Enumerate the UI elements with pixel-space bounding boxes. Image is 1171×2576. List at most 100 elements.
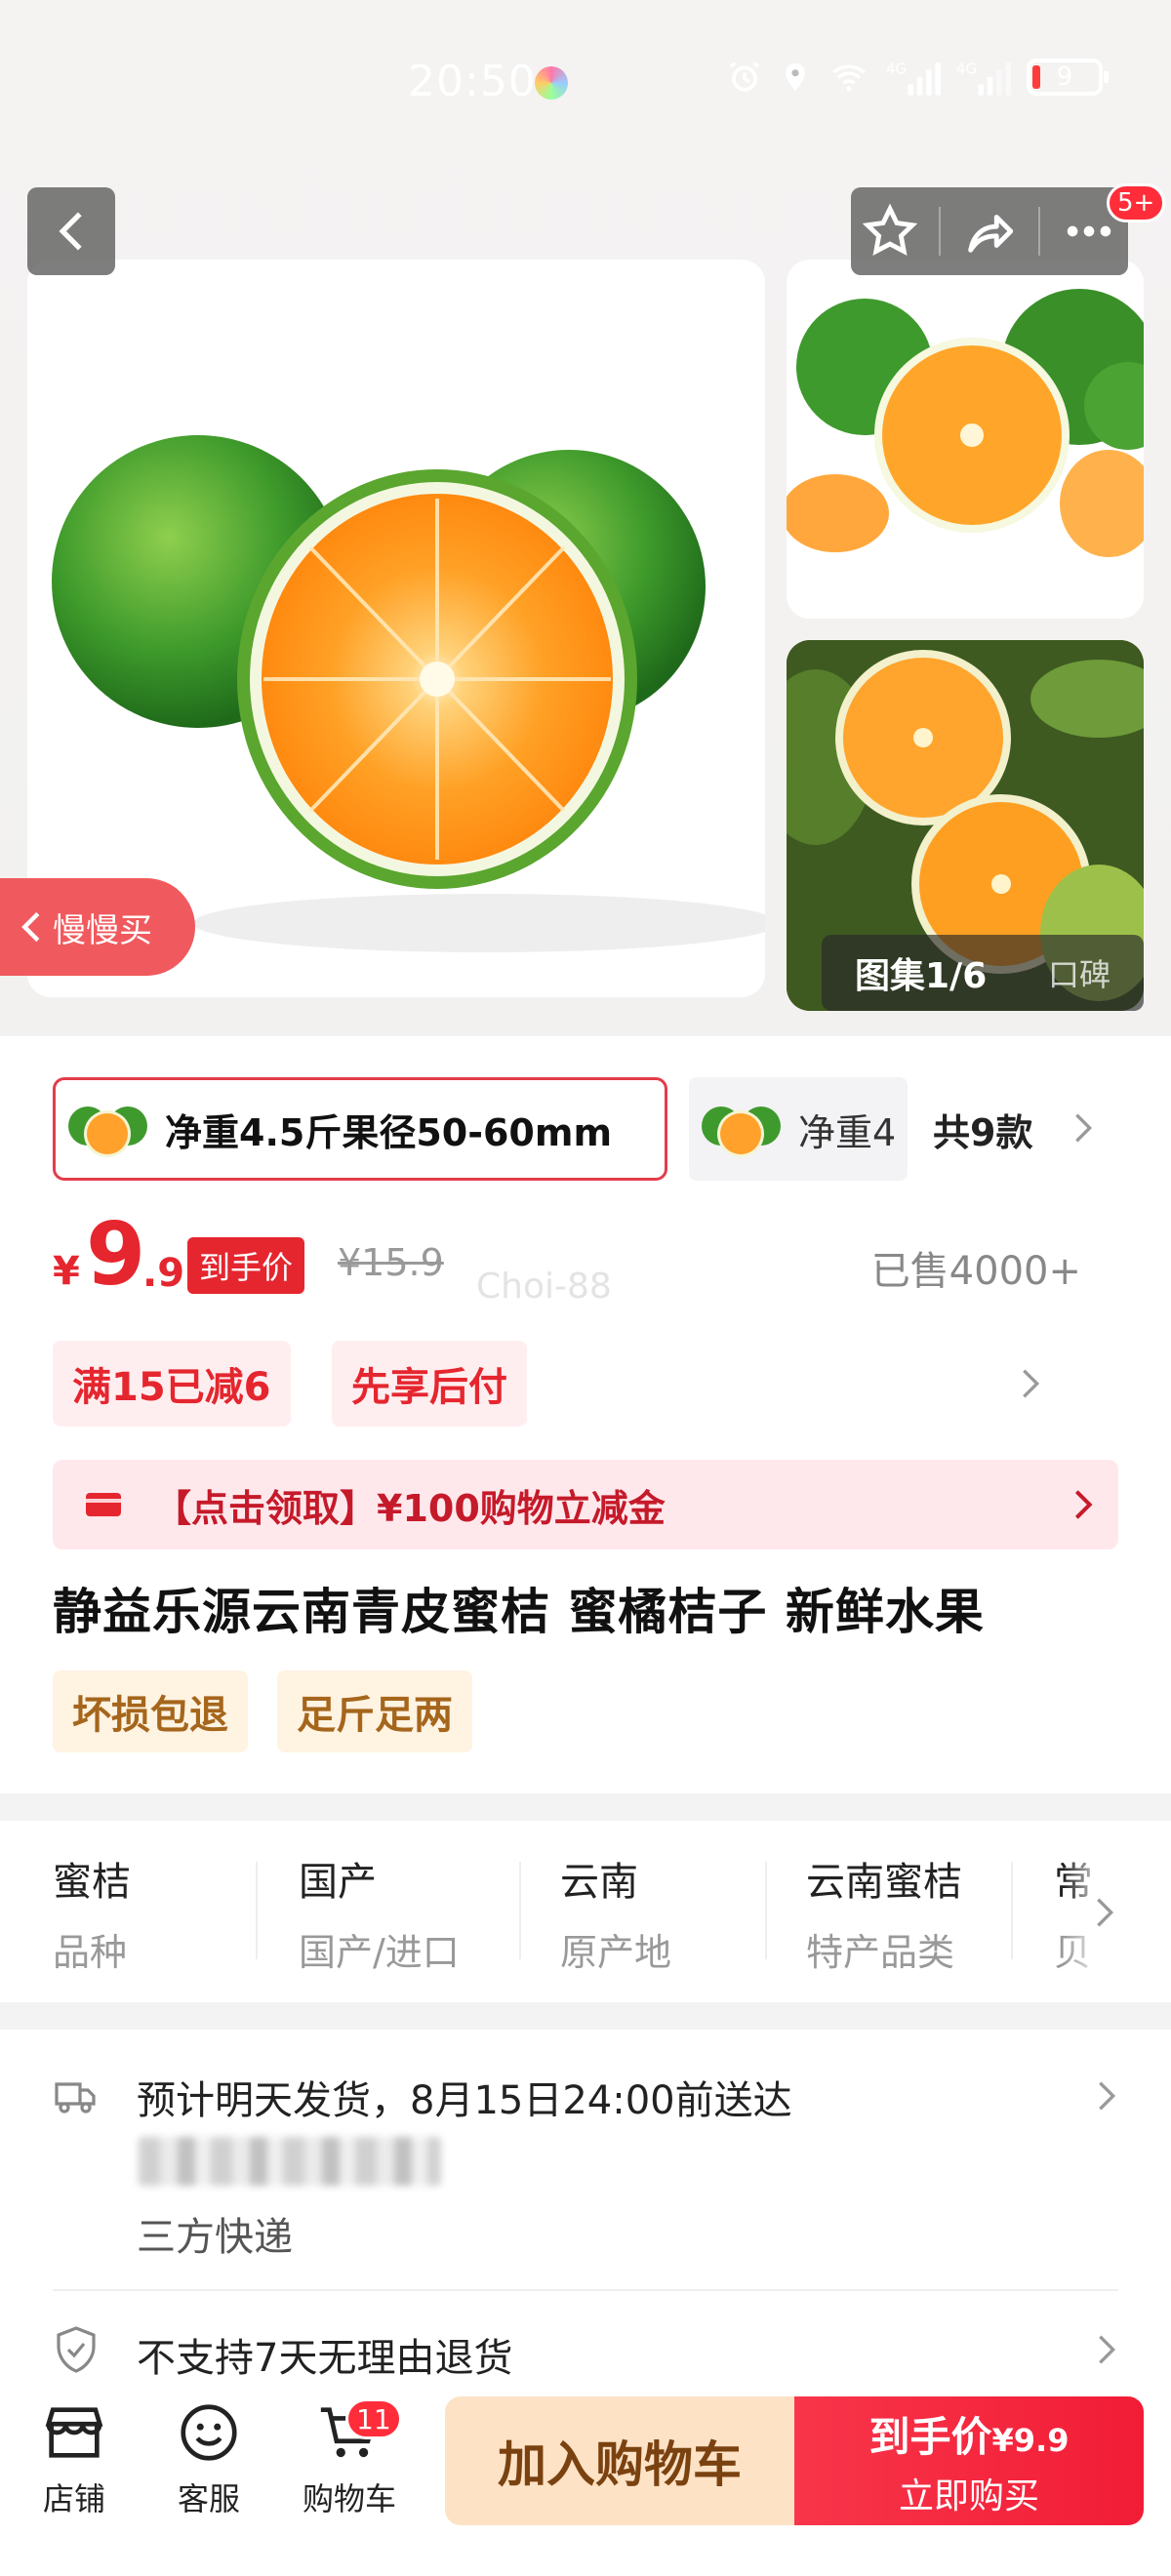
status-icons: 4G 4G 9 bbox=[726, 59, 1109, 96]
attr-fade bbox=[1064, 1821, 1171, 2002]
battery-level: 9 bbox=[1056, 62, 1073, 92]
message-badge: 5+ bbox=[1107, 183, 1166, 222]
price-currency: ¥ bbox=[53, 1249, 80, 1294]
product-gallery: 20:50 4G 4G 9 图集1/6 口碑 慢慢买 5+ bbox=[0, 0, 1171, 1034]
attr-category: 云南蜜桔 特产品类 bbox=[806, 1850, 962, 1974]
attr-value: 云南蜜桔 bbox=[806, 1860, 962, 1905]
attr-variety: 蜜桔 品种 bbox=[53, 1850, 131, 1974]
product-info-card: 净重4.5斤果径50-60mm 净重4 共9款 ¥ 9 .9 到手价 ¥15.9… bbox=[0, 1036, 1171, 1793]
blurred-address bbox=[139, 2137, 441, 2186]
star-favorite-icon[interactable] bbox=[862, 203, 918, 260]
signal-4g-icon: 4G bbox=[886, 60, 941, 96]
slow-buy-label: 慢慢买 bbox=[53, 910, 152, 950]
sku-count[interactable]: 共9款 bbox=[933, 1077, 1032, 1181]
buy-now-label: 立即购买 bbox=[898, 2475, 1039, 2516]
support-label: 客服 bbox=[177, 2480, 240, 2517]
add-to-cart-button[interactable]: 加入购物车 bbox=[445, 2396, 794, 2525]
attr-value: 云南 bbox=[560, 1860, 638, 1905]
back-arrow-icon bbox=[59, 212, 82, 251]
sku-selector: 净重4.5斤果径50-60mm 净重4 共9款 bbox=[53, 1077, 1171, 1181]
top-action-bar bbox=[851, 187, 1128, 275]
product-attributes[interactable]: 蜜桔 品种 国产 国产/进口 云南 原产地 云南蜜桔 特产品类 常 贝 bbox=[0, 1821, 1171, 2002]
reviews-tab[interactable]: 口碑 bbox=[1017, 950, 1110, 995]
tag-full-weight: 足斤足两 bbox=[277, 1670, 472, 1752]
attr-divider bbox=[1011, 1862, 1013, 1959]
sku-option-label: 净重4.5斤果径50-60mm bbox=[165, 1110, 613, 1154]
chevron-right-icon[interactable] bbox=[1097, 2078, 1116, 2113]
cart-label: 购物车 bbox=[302, 2480, 396, 2517]
action-divider-2 bbox=[1038, 207, 1041, 256]
notification-icon bbox=[535, 66, 568, 100]
bottom-action-bar: 店铺 客服 购物车 11 加入购物车 到手价¥9.9 立即购买 bbox=[0, 2377, 1171, 2576]
promo-row[interactable]: 满15已减6 先享后付 bbox=[53, 1341, 1126, 1427]
wifi-icon bbox=[832, 64, 866, 92]
sku-thumb-icon-2 bbox=[702, 1107, 781, 1157]
chevron-right-icon bbox=[1074, 1490, 1093, 1519]
shipping-carrier: 三方快递 bbox=[137, 2215, 293, 2260]
service-tags: 坏损包退 足斤足两 bbox=[53, 1670, 472, 1752]
status-time: 20:50 bbox=[408, 57, 537, 106]
buy-price: ¥9.9 bbox=[991, 2421, 1070, 2459]
share-icon[interactable] bbox=[961, 203, 1018, 260]
buy-now-button[interactable]: 到手价¥9.9 立即购买 bbox=[794, 2396, 1144, 2525]
attr-key: 品种 bbox=[53, 1931, 128, 1974]
price-decimal: .9 bbox=[142, 1251, 185, 1296]
buy-price-label: 到手价 bbox=[868, 2412, 992, 2461]
svg-text:4G: 4G bbox=[956, 60, 977, 77]
attr-key: 特产品类 bbox=[806, 1931, 955, 1974]
coupon-banner[interactable]: 【点击领取】¥100购物立减金 bbox=[53, 1460, 1118, 1550]
gallery-label: 图集1/6 bbox=[855, 956, 988, 996]
chevron-right-icon[interactable] bbox=[1073, 1110, 1093, 1146]
sku-option-2[interactable]: 净重4 bbox=[689, 1077, 908, 1181]
attr-key: 国产/进口 bbox=[299, 1931, 460, 1974]
promo-discount[interactable]: 满15已减6 bbox=[53, 1341, 291, 1427]
smile-chat-icon bbox=[181, 2404, 237, 2461]
watermark: Choi-88 bbox=[476, 1267, 612, 1307]
chevron-right-icon[interactable] bbox=[1095, 1895, 1114, 1930]
signal-4g-icon-2: 4G bbox=[956, 60, 1011, 96]
back-button[interactable] bbox=[27, 187, 115, 275]
shop-button[interactable]: 店铺 bbox=[16, 2398, 133, 2519]
return-policy[interactable]: 不支持7天无理由退货 bbox=[137, 2326, 512, 2383]
service-divider bbox=[53, 2289, 1118, 2291]
location-icon bbox=[786, 62, 805, 92]
gallery-counter[interactable]: 图集1/6 口碑 bbox=[822, 935, 1144, 1011]
sold-count: 已售4000+ bbox=[870, 1249, 1081, 1294]
support-button[interactable]: 客服 bbox=[150, 2398, 267, 2519]
shield-icon bbox=[57, 2326, 96, 2373]
alarm-icon bbox=[729, 61, 760, 92]
attr-value: 蜜桔 bbox=[53, 1860, 131, 1905]
truck-icon bbox=[55, 2082, 96, 2113]
promo-pay-later[interactable]: 先享后付 bbox=[332, 1341, 527, 1427]
chevron-left-icon bbox=[21, 911, 40, 943]
coupon-label: 【点击领取】¥100购物立减金 bbox=[154, 1486, 666, 1530]
shop-icon bbox=[45, 2407, 103, 2458]
final-price-tag: 到手价 bbox=[187, 1237, 305, 1294]
tag-damage-refund: 坏损包退 bbox=[53, 1670, 248, 1752]
sku-option-active[interactable]: 净重4.5斤果径50-60mm bbox=[53, 1077, 667, 1181]
buy-price-line: 到手价¥9.9 bbox=[869, 2404, 1070, 2464]
attr-divider bbox=[519, 1862, 521, 1959]
status-bar: 20:50 4G 4G 9 bbox=[0, 0, 1171, 176]
sku-thumb-icon bbox=[68, 1107, 147, 1157]
action-divider bbox=[938, 207, 941, 256]
product-title: 静益乐源云南青皮蜜桔 蜜橘桔子 新鲜水果 bbox=[53, 1584, 985, 1640]
shipping-estimate[interactable]: 预计明天发货，8月15日24:00前送达 bbox=[137, 2069, 792, 2125]
gallery-thumb-1[interactable] bbox=[787, 260, 1144, 619]
attr-value: 国产 bbox=[299, 1860, 377, 1905]
card-icon bbox=[86, 1493, 121, 1516]
cart-count-badge: 11 bbox=[345, 2398, 402, 2439]
tangerine-thumb-image bbox=[787, 260, 1144, 619]
price-row: ¥ 9 .9 到手价 ¥15.9 Choi-88 已售4000+ bbox=[53, 1204, 1126, 1307]
slow-buy-button[interactable]: 慢慢买 bbox=[0, 878, 195, 976]
svg-text:4G: 4G bbox=[886, 60, 907, 77]
chevron-right-icon[interactable] bbox=[1021, 1366, 1040, 1401]
attr-divider bbox=[765, 1862, 767, 1959]
sku-option-2-label: 净重4 bbox=[798, 1110, 897, 1154]
original-price: ¥15.9 bbox=[338, 1241, 444, 1284]
attr-key: 原产地 bbox=[560, 1931, 672, 1974]
chevron-right-icon[interactable] bbox=[1097, 2332, 1116, 2367]
attr-divider bbox=[256, 1862, 258, 1959]
attr-origin-type: 国产 国产/进口 bbox=[299, 1850, 460, 1974]
attr-origin: 云南 原产地 bbox=[560, 1850, 672, 1974]
